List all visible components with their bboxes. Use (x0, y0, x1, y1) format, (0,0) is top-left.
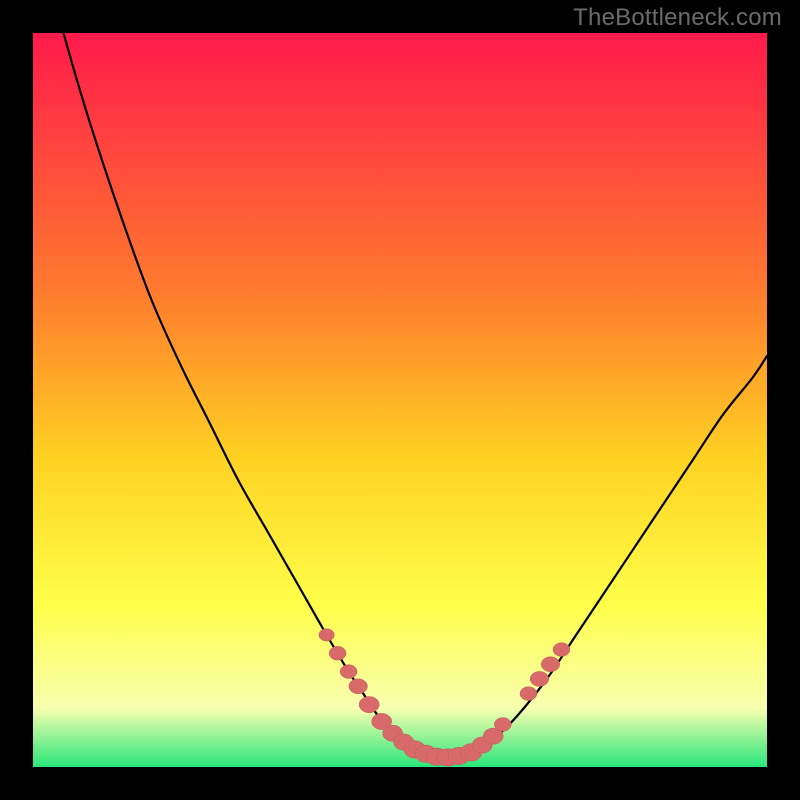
curve-marker (319, 629, 334, 641)
curve-marker (530, 671, 549, 686)
curve-marker (349, 679, 368, 694)
curve-marker (494, 718, 511, 732)
curve-marker (359, 697, 379, 713)
gradient-background (33, 33, 767, 767)
chart-svg (33, 33, 767, 767)
watermark-text: TheBottleneck.com (573, 4, 782, 32)
curve-marker (541, 657, 560, 672)
curve-marker (329, 646, 346, 660)
plot-area (33, 33, 767, 767)
curve-marker (520, 687, 537, 701)
curve-marker (553, 643, 570, 657)
curve-marker (340, 665, 357, 679)
chart-frame: TheBottleneck.com (0, 0, 800, 800)
